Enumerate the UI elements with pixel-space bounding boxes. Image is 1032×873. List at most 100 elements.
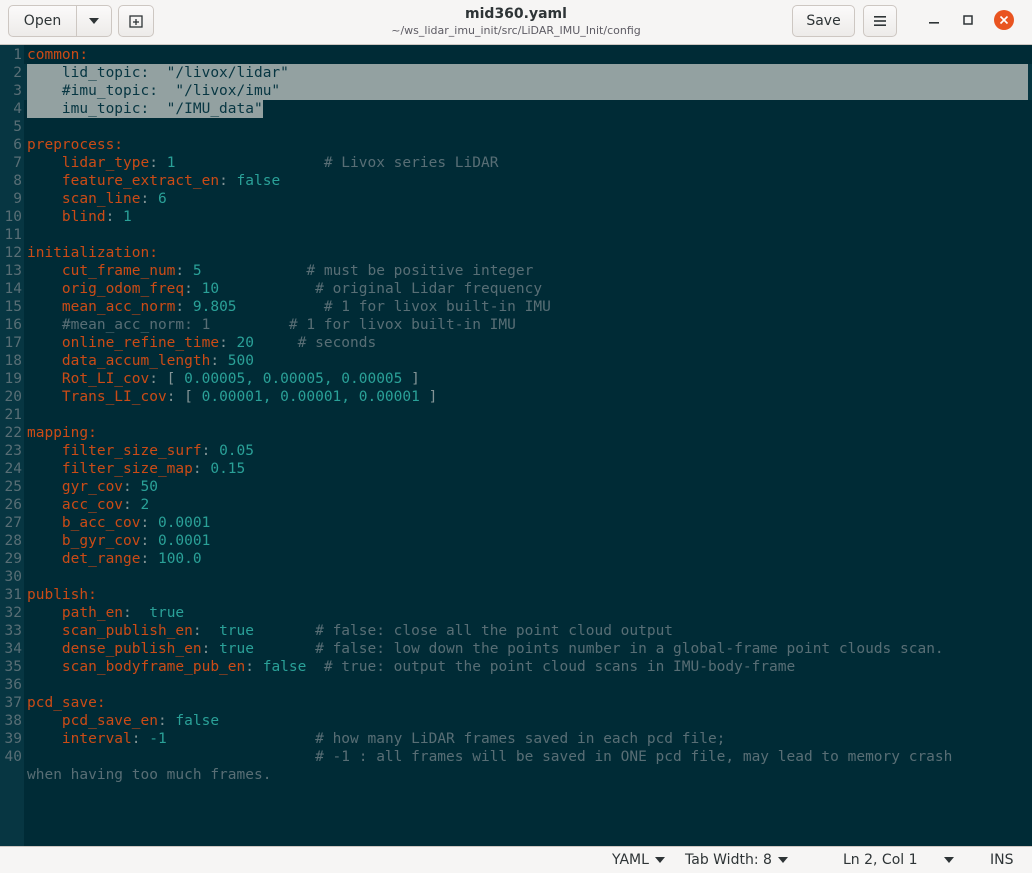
- new-tab-icon: [129, 15, 143, 28]
- code-line: 1 common:: [0, 46, 1032, 64]
- open-button-group[interactable]: Open: [8, 5, 112, 37]
- line-number: 20: [4, 389, 22, 405]
- line-number: 10: [4, 209, 22, 225]
- code-line: 20 Trans_LI_cov: [ 0.00001, 0.00001, 0.0…: [0, 388, 1032, 406]
- line-number: 19: [4, 371, 22, 387]
- line-number: 22: [4, 425, 22, 441]
- line-number: 37: [4, 695, 22, 711]
- code-line: 22 mapping:: [0, 424, 1032, 442]
- line-number: 17: [4, 335, 22, 351]
- code-line: 24 filter_size_map: 0.15: [0, 460, 1032, 478]
- line-number: 28: [4, 533, 22, 549]
- yaml-comment: # 1 for livox built-in IMU: [323, 299, 551, 315]
- yaml-value: 6: [157, 191, 167, 207]
- yaml-value: 0.15: [210, 461, 246, 477]
- language-label: YAML: [612, 852, 649, 868]
- file-path: ~/ws_lidar_imu_init/src/LiDAR_IMU_Init/c…: [391, 24, 641, 37]
- code-line: 6 preprocess:: [0, 136, 1032, 154]
- line-number: 24: [4, 461, 22, 477]
- yaml-comment: # false: low down the points number in a…: [315, 641, 944, 657]
- line-number: 12: [4, 245, 22, 261]
- yaml-key: mapping:: [27, 425, 97, 441]
- window-title-area: mid360.yaml ~/ws_lidar_imu_init/src/LiDA…: [300, 5, 732, 38]
- maximize-button[interactable]: [956, 8, 980, 32]
- yaml-key: Trans_LI_cov: [27, 389, 167, 405]
- close-button[interactable]: [992, 8, 1016, 32]
- line-number: 35: [4, 659, 22, 675]
- yaml-key: data_accum_length: [27, 353, 211, 369]
- wrapped-comment-continuation: when having too much frames.: [27, 767, 272, 783]
- line-number: 9: [13, 191, 22, 207]
- code-line: 17 online_refine_time: 20 # seconds: [0, 334, 1032, 352]
- save-button[interactable]: Save: [792, 5, 855, 37]
- code-line: 26 acc_cov: 2: [0, 496, 1032, 514]
- yaml-key: b_acc_cov: [27, 515, 141, 531]
- yaml-key: path_en: [27, 605, 124, 621]
- code-line: 37 pcd_save:: [0, 694, 1032, 712]
- yaml-key: publish:: [27, 587, 97, 603]
- yaml-value: 2: [140, 497, 150, 513]
- open-button[interactable]: Open: [9, 6, 76, 36]
- yaml-value: 9.805: [192, 299, 237, 315]
- minimize-button[interactable]: [922, 8, 946, 32]
- yaml-comment: # how many LiDAR frames saved in each pc…: [315, 731, 726, 747]
- chevron-down-icon: [654, 857, 665, 863]
- line-number: 21: [4, 407, 22, 423]
- line-number: 25: [4, 479, 22, 495]
- code-line: 10 blind: 1: [0, 208, 1032, 226]
- text-editor[interactable]: 1 common: 2 lid_topic: "/livox/lidar" 3 #…: [0, 45, 1032, 846]
- yaml-key: blind: [27, 209, 106, 225]
- yaml-value: false: [236, 173, 281, 189]
- yaml-value: 1: [123, 209, 132, 225]
- yaml-key: scan_bodyframe_pub_en: [27, 659, 246, 675]
- line-number: 31: [4, 587, 22, 603]
- yaml-comment: # false: close all the point cloud outpu…: [315, 623, 674, 639]
- yaml-value: true: [149, 605, 185, 621]
- yaml-key: Rot_LI_cov: [27, 371, 150, 387]
- code-line: 12 initialization:: [0, 244, 1032, 262]
- yaml-key: feature_extract_en: [27, 173, 220, 189]
- line-number: 15: [4, 299, 22, 315]
- yaml-value: false: [262, 659, 307, 675]
- page-title: mid360.yaml: [465, 6, 567, 22]
- line-number: 32: [4, 605, 22, 621]
- code-line: 16 #mean_acc_norm: 1 # 1 for livox built…: [0, 316, 1032, 334]
- new-tab-button[interactable]: [118, 5, 154, 37]
- line-number: 29: [4, 551, 22, 567]
- status-bar: YAML Tab Width: 8 Ln 2, Col 1 INS: [0, 846, 1032, 873]
- maximize-icon: [963, 15, 973, 25]
- language-selector[interactable]: YAML: [612, 851, 665, 869]
- yaml-key: pcd_save:: [27, 695, 106, 711]
- yaml-key: dense_publish_en: [27, 641, 202, 657]
- yaml-value: 20: [236, 335, 254, 351]
- menu-button[interactable]: [863, 5, 897, 37]
- open-menu-chevron-down-icon[interactable]: [77, 6, 111, 36]
- cursor-position-selector[interactable]: Ln 2, Col 1: [843, 851, 963, 869]
- yaml-comment: #mean_acc_norm: 1 # 1 for livox built-in…: [27, 317, 516, 333]
- insert-mode-indicator: INS: [990, 852, 1014, 868]
- yaml-value: -1: [149, 731, 167, 747]
- line-number: 27: [4, 515, 22, 531]
- yaml-key: scan_line: [27, 191, 141, 207]
- selected-text: lid_topic: "/livox/lidar": [27, 64, 1028, 82]
- tab-width-selector[interactable]: Tab Width: 8: [685, 851, 788, 869]
- line-number: 33: [4, 623, 22, 639]
- yaml-value: 0.00005, 0.00005, 0.00005: [184, 371, 403, 387]
- code-line: 14 orig_odom_freq: 10 # original Lidar f…: [0, 280, 1032, 298]
- yaml-value: 5: [192, 263, 202, 279]
- yaml-key: initialization:: [27, 245, 158, 261]
- line-number: 1: [13, 47, 22, 63]
- chevron-down-icon: [943, 857, 954, 863]
- yaml-comment: # true: output the point cloud scans in …: [323, 659, 796, 675]
- yaml-value: 10: [201, 281, 220, 297]
- yaml-comment: # original Lidar frequency: [315, 281, 543, 297]
- yaml-value: 0.00001, 0.00001, 0.00001: [201, 389, 420, 405]
- line-number: 38: [4, 713, 22, 729]
- line-number: 18: [4, 353, 22, 369]
- code-line: 13 cut_frame_num: 5 # must be positive i…: [0, 262, 1032, 280]
- yaml-value: 0.05: [219, 443, 254, 459]
- line-number: 6: [13, 137, 22, 153]
- cursor-position-label: Ln 2, Col 1: [843, 852, 918, 868]
- line-number: 36: [4, 677, 22, 693]
- code-line: 19 Rot_LI_cov: [ 0.00005, 0.00005, 0.000…: [0, 370, 1032, 388]
